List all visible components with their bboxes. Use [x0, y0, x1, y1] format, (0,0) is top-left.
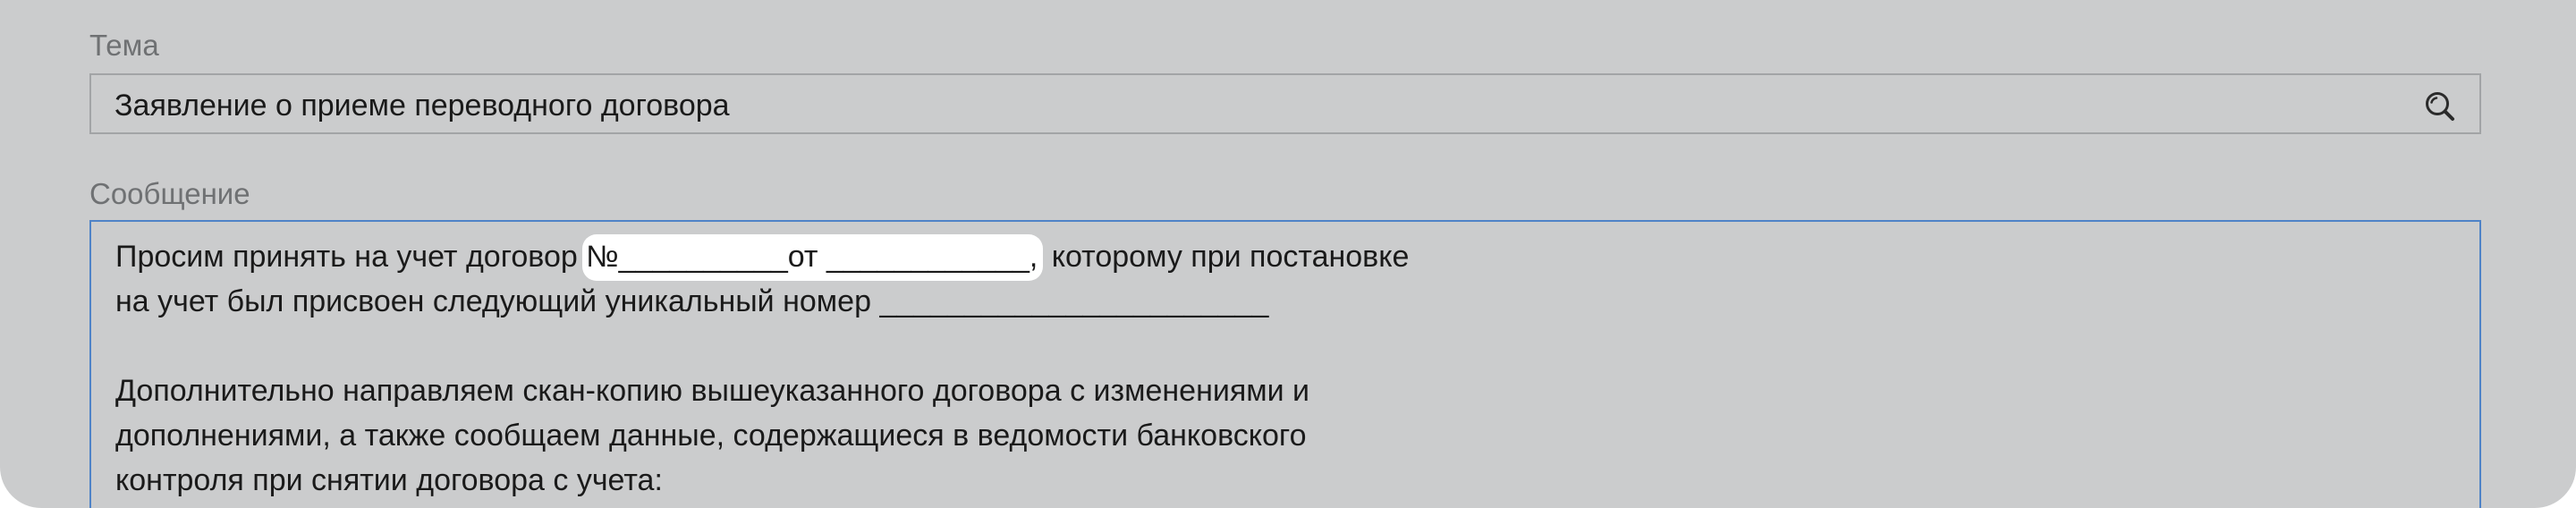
message-text[interactable]: Просим принять на учет договор №________… [115, 234, 1409, 503]
message-line-1: Просим принять на учет договор №________… [115, 234, 1410, 281]
search-button[interactable] [2422, 89, 2458, 125]
form-panel: Тема Заявление о приеме переводного дого… [0, 0, 2576, 508]
subject-field[interactable]: Заявление о приеме переводного договора [89, 73, 2481, 134]
message-line-1-end: которому при постановке [1043, 240, 1410, 274]
message-label: Сообщение [89, 177, 250, 210]
message-line-4: дополнениями, а также сообщаем данные, с… [115, 419, 1307, 453]
message-line-1-start: Просим принять на учет договор [115, 240, 587, 274]
message-line-5: контроля при снятии договора с учета: [115, 463, 663, 497]
text-highlight: №__________от ____________, [582, 234, 1044, 281]
subject-label: Тема [89, 29, 159, 62]
message-line-3: Дополнительно направляем скан-копию выше… [115, 374, 1310, 408]
message-line-2: на учет был присвоен следующий уникальны… [115, 284, 1269, 318]
subject-value[interactable]: Заявление о приеме переводного договора [114, 88, 730, 123]
search-icon [2426, 92, 2454, 121]
message-textarea[interactable]: Просим принять на учет договор №________… [89, 220, 2481, 508]
